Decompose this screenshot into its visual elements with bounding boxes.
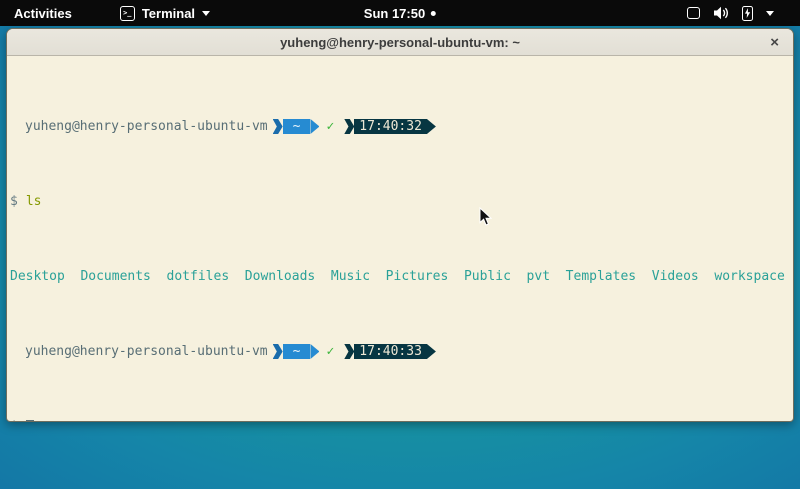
- top-bar: Activities >_ Terminal Sun 17:50: [0, 0, 800, 26]
- directory-item: Desktop: [10, 269, 65, 284]
- command-line: $ ls: [10, 194, 789, 209]
- powerline-arrow-icon: [344, 119, 354, 134]
- prompt-time-segment: 17:40:33: [354, 344, 427, 359]
- powerline-time: 17:40:33: [344, 344, 436, 359]
- app-menu-label: Terminal: [142, 6, 195, 21]
- powerline-arrow-icon: [273, 119, 283, 134]
- input-line[interactable]: $: [10, 419, 789, 422]
- app-menu-terminal[interactable]: >_ Terminal: [120, 6, 210, 21]
- terminal-window: yuheng@henry-personal-ubuntu-vm: ~ × yuh…: [6, 28, 794, 422]
- mouse-cursor: [479, 207, 492, 226]
- chevron-down-icon: [202, 11, 210, 16]
- directory-listing: Desktop Documents dotfiles Downloads Music Pi…: [10, 269, 789, 284]
- volume-icon: [713, 6, 729, 20]
- directory-item: Pictures: [386, 269, 449, 284]
- powerline-arrow-icon: [344, 344, 354, 359]
- prompt-line: yuheng@henry-personal-ubuntu-vm ~ ✓ 17:4…: [10, 344, 789, 359]
- typed-command: ls: [26, 194, 42, 209]
- display-icon: [687, 7, 700, 19]
- directory-item: dotfiles: [167, 269, 230, 284]
- powerline-cwd: ~: [273, 344, 320, 359]
- terminal-content[interactable]: yuheng@henry-personal-ubuntu-vm ~ ✓ 17:4…: [7, 56, 793, 422]
- prompt-symbol: $: [10, 194, 18, 209]
- powerline-arrow-icon: [310, 344, 319, 359]
- directory-item: pvt: [527, 269, 550, 284]
- directory-item: Videos: [652, 269, 699, 284]
- prompt-line: yuheng@henry-personal-ubuntu-vm ~ ✓ 17:4…: [10, 119, 789, 134]
- status-check-icon: ✓: [326, 119, 334, 134]
- status-check-icon: ✓: [326, 344, 334, 359]
- directory-item: Documents: [80, 269, 150, 284]
- prompt-user-host: yuheng@henry-personal-ubuntu-vm: [25, 344, 268, 359]
- directory-item: Music: [331, 269, 370, 284]
- close-button[interactable]: ×: [767, 29, 782, 56]
- prompt-user-host: yuheng@henry-personal-ubuntu-vm: [25, 119, 268, 134]
- prompt-cwd-segment: ~: [283, 344, 311, 359]
- window-title: yuheng@henry-personal-ubuntu-vm: ~: [280, 35, 520, 50]
- directory-item: Templates: [566, 269, 636, 284]
- powerline-time: 17:40:32: [344, 119, 436, 134]
- battery-charging-icon: [742, 6, 753, 21]
- directory-item: Public: [464, 269, 511, 284]
- powerline-arrow-icon: [273, 344, 283, 359]
- powerline-arrow-icon: [310, 119, 319, 134]
- prompt-symbol: $: [10, 419, 18, 422]
- prompt-time-segment: 17:40:32: [354, 119, 427, 134]
- chevron-down-icon: [766, 11, 774, 16]
- powerline-arrow-icon: [427, 119, 436, 134]
- terminal-icon: >_: [120, 6, 135, 21]
- directory-item: workspace: [714, 269, 784, 284]
- system-status-menu[interactable]: [687, 0, 774, 26]
- activities-button[interactable]: Activities: [10, 6, 76, 21]
- powerline-arrow-icon: [427, 344, 436, 359]
- clock-label: Sun 17:50: [364, 6, 425, 21]
- directory-item: Downloads: [245, 269, 315, 284]
- powerline-cwd: ~: [273, 119, 320, 134]
- clock-button[interactable]: Sun 17:50: [364, 6, 436, 21]
- terminal-cursor: [26, 420, 34, 422]
- prompt-cwd-segment: ~: [283, 119, 311, 134]
- window-titlebar[interactable]: yuheng@henry-personal-ubuntu-vm: ~ ×: [7, 29, 793, 56]
- lightning-bolt-icon: [744, 8, 751, 18]
- notification-dot-icon: [431, 11, 436, 16]
